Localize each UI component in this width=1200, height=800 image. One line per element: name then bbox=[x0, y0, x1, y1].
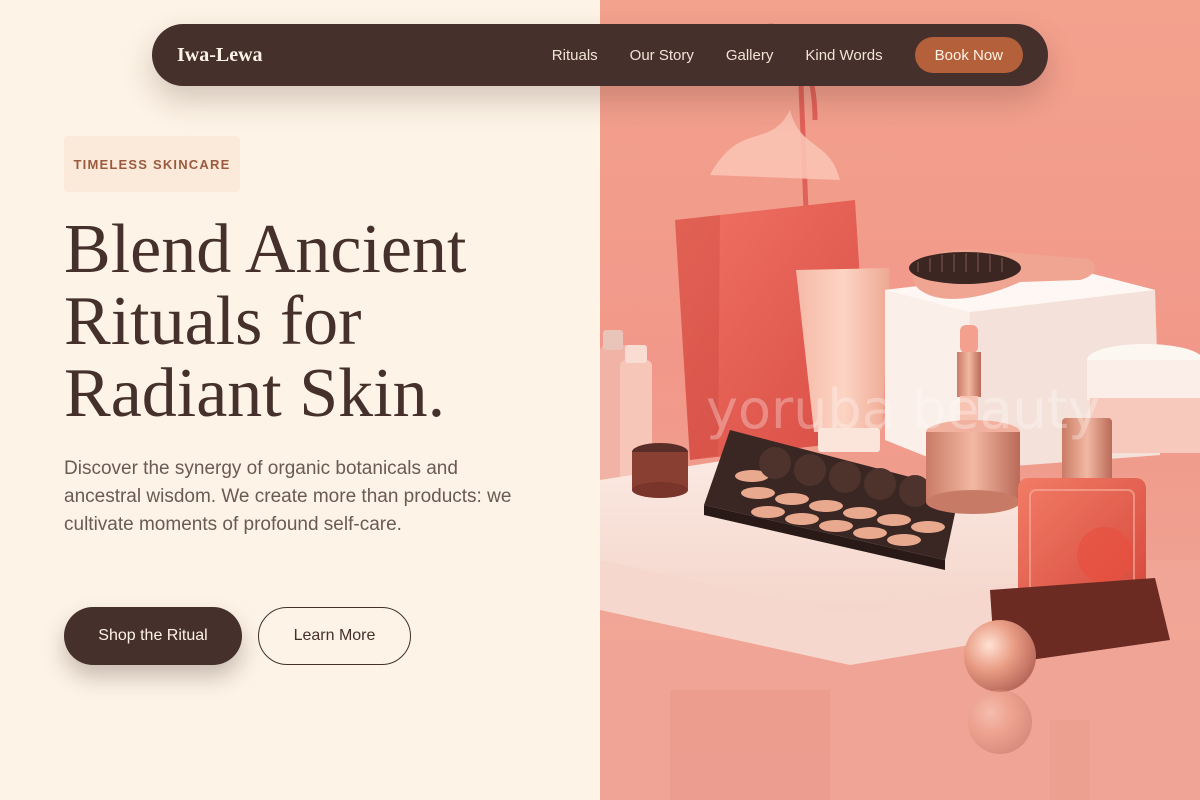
nav-link-kind-words[interactable]: Kind Words bbox=[805, 47, 882, 64]
nav-link-gallery[interactable]: Gallery bbox=[726, 47, 774, 64]
shop-the-ritual-button[interactable]: Shop the Ritual bbox=[64, 607, 242, 665]
hero-description: Discover the synergy of organic botanica… bbox=[64, 458, 512, 535]
learn-more-button[interactable]: Learn More bbox=[258, 607, 411, 665]
headline-line-3: Radiant Skin. bbox=[64, 355, 446, 432]
category-badge: TIMELESS SKINCARE bbox=[64, 136, 240, 192]
hero-headline: Blend Ancient Rituals for Radiant Skin. bbox=[64, 214, 584, 430]
top-navigation: Iwa-Lewa Rituals Our Story Gallery Kind … bbox=[152, 24, 1048, 86]
brand-logo[interactable]: Iwa-Lewa bbox=[177, 44, 263, 67]
headline-line-1: Blend Ancient bbox=[64, 211, 467, 288]
headline-line-2: Rituals for bbox=[64, 283, 362, 360]
hero-image: yoruba beauty bbox=[600, 0, 1200, 800]
nav-links: Rituals Our Story Gallery Kind Words Boo… bbox=[552, 37, 1023, 73]
cosmetics-illustration: yoruba beauty bbox=[600, 23, 1200, 800]
nav-link-our-story[interactable]: Our Story bbox=[630, 47, 694, 64]
book-now-button[interactable]: Book Now bbox=[914, 37, 1023, 73]
nav-link-rituals[interactable]: Rituals bbox=[552, 47, 598, 64]
watermark-text: yoruba beauty bbox=[706, 378, 1100, 441]
